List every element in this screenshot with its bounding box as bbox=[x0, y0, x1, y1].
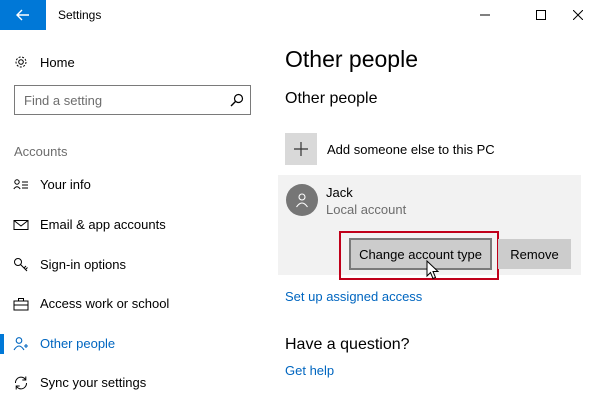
user-name: Jack bbox=[326, 185, 353, 200]
change-account-type-button[interactable]: Change account type bbox=[349, 238, 492, 270]
maximize-icon bbox=[536, 10, 546, 20]
sidebar: Home Accounts Your info Email & app acco… bbox=[0, 30, 270, 407]
mouse-cursor-icon bbox=[426, 260, 440, 280]
remove-button[interactable]: Remove bbox=[498, 239, 571, 269]
back-button[interactable] bbox=[0, 0, 46, 30]
main-content: Other people Other people Add someone el… bbox=[270, 30, 600, 407]
envelope-icon bbox=[13, 220, 29, 230]
sidebar-item-sync-settings[interactable]: Sync your settings bbox=[0, 364, 270, 402]
avatar bbox=[286, 184, 318, 216]
section-header-accounts: Accounts bbox=[14, 144, 68, 159]
home-label: Home bbox=[40, 54, 75, 70]
minimize-button[interactable] bbox=[462, 0, 508, 30]
close-button[interactable] bbox=[555, 0, 600, 30]
person-card-icon bbox=[13, 179, 28, 190]
gear-icon bbox=[15, 56, 27, 68]
user-account-type: Local account bbox=[326, 202, 407, 217]
window-title: Settings bbox=[58, 8, 102, 22]
question-heading: Have a question? bbox=[285, 336, 410, 353]
set-up-assigned-access-link[interactable]: Set up assigned access bbox=[285, 289, 422, 304]
title-bar: Settings bbox=[0, 0, 600, 30]
minimize-icon bbox=[480, 14, 490, 16]
sidebar-item-label: Access work or school bbox=[40, 296, 170, 311]
get-help-link[interactable]: Get help bbox=[285, 363, 334, 378]
search-input[interactable] bbox=[15, 86, 220, 114]
people-icon bbox=[13, 337, 28, 351]
sidebar-item-other-people[interactable]: Other people bbox=[0, 325, 270, 363]
section-title: Other people bbox=[285, 90, 378, 107]
sync-icon bbox=[15, 376, 27, 390]
search-box[interactable] bbox=[14, 85, 251, 115]
plus-icon bbox=[294, 142, 308, 156]
sidebar-item-label: Sync your settings bbox=[40, 375, 147, 390]
briefcase-icon bbox=[13, 298, 29, 311]
sidebar-item-label: Sign-in options bbox=[40, 257, 126, 272]
sidebar-item-sign-in-options[interactable]: Sign-in options bbox=[0, 246, 270, 284]
sidebar-item-access-work[interactable]: Access work or school bbox=[0, 285, 270, 323]
close-icon bbox=[573, 10, 583, 20]
back-arrow-icon bbox=[16, 9, 29, 21]
page-title: Other people bbox=[285, 46, 418, 72]
add-person-label: Add someone else to this PC bbox=[327, 141, 495, 157]
home-link[interactable]: Home bbox=[14, 52, 75, 72]
sidebar-item-label: Your info bbox=[40, 177, 91, 192]
user-avatar-icon bbox=[296, 193, 308, 208]
key-icon bbox=[14, 258, 28, 272]
add-person-button[interactable]: Add someone else to this PC bbox=[285, 133, 495, 165]
sidebar-item-email-app-accounts[interactable]: Email & app accounts bbox=[0, 206, 270, 244]
sidebar-item-label: Email & app accounts bbox=[40, 217, 166, 232]
search-icon[interactable] bbox=[230, 93, 244, 107]
sidebar-item-label: Other people bbox=[40, 336, 116, 351]
active-indicator bbox=[0, 334, 4, 354]
sidebar-item-your-info[interactable]: Your info bbox=[0, 166, 270, 204]
add-person-tile[interactable] bbox=[285, 133, 317, 165]
